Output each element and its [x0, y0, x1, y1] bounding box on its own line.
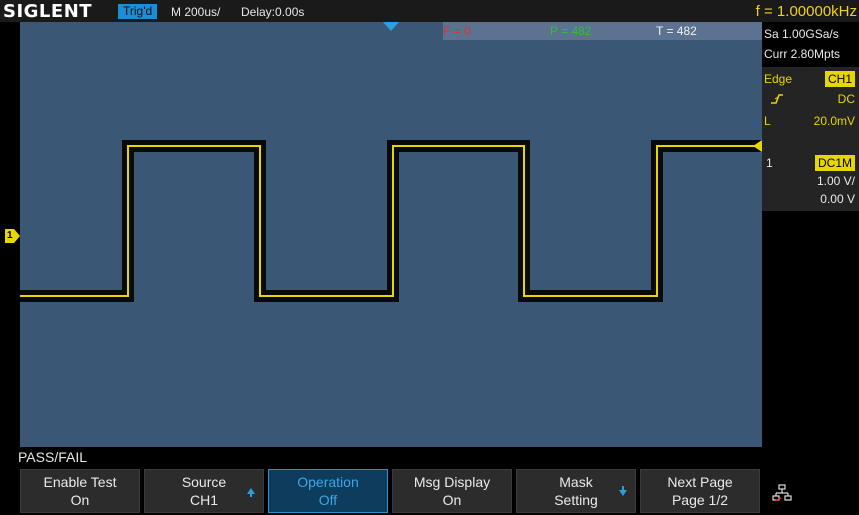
softkey-label: Operation: [297, 474, 359, 490]
softkey-value: CH1: [189, 492, 218, 508]
ch1-waveform: [20, 140, 762, 302]
channel1-panel[interactable]: 1 DC1M 1.00 V/ 0.00 V: [762, 152, 859, 211]
menu-title: PASS/FAIL: [18, 449, 87, 465]
arrow-down-icon: [619, 486, 627, 496]
mask-statistics-bar: F = 0 P = 482 T = 482: [443, 22, 762, 40]
softkey-value: Off: [318, 492, 338, 508]
trigger-position-marker-icon[interactable]: [383, 22, 399, 31]
waveform-graticule: [20, 140, 762, 302]
sample-rate: Sa 1.00GSa/s: [764, 27, 839, 41]
enable-test-softkey[interactable]: Enable Test On: [20, 469, 140, 513]
trigger-level-marker-icon[interactable]: [753, 140, 762, 152]
channel-number: 1: [766, 156, 773, 170]
total-count: T = 482: [656, 24, 697, 38]
waveform-display[interactable]: F = 0 P = 482 T = 482: [20, 22, 762, 447]
softkey-value: Page 1/2: [671, 492, 729, 508]
trigger-source: CH1: [824, 71, 855, 87]
memory-depth: Curr 2.80Mpts: [764, 47, 841, 61]
softkey-value: Setting: [554, 492, 598, 508]
fail-count: F = 0: [443, 24, 471, 38]
softkey-value: On: [70, 492, 90, 508]
pass-count: P = 482: [550, 24, 592, 38]
next-page-softkey[interactable]: Next Page Page 1/2: [640, 469, 760, 513]
softkey-label: Source: [181, 474, 227, 490]
network-icon: [772, 484, 792, 502]
trigger-level: 20.0mV: [813, 114, 855, 128]
delay-readout: Delay:0.00s: [241, 5, 305, 19]
brand-logo: SIGLENT: [3, 1, 93, 22]
rising-edge-icon: [771, 94, 783, 104]
right-info-panel: Sa 1.00GSa/s Curr 2.80Mpts Edge CH1 DC L…: [762, 22, 859, 447]
trigger-level-label: L: [764, 114, 771, 128]
frequency-readout: f = 1.00000kHz: [755, 3, 857, 20]
softkey-label: Mask: [559, 474, 593, 490]
mask-setting-softkey[interactable]: Mask Setting: [516, 469, 636, 513]
channel-offset: 0.00 V: [820, 192, 855, 206]
trigger-panel[interactable]: Edge CH1 DC L 20.0mV: [762, 67, 859, 157]
timebase-readout: M 200us/: [171, 5, 221, 19]
top-status-bar: SIGLENT Trig'd M 200us/ Delay:0.00s f = …: [0, 0, 859, 22]
softkey-label: Next Page: [667, 474, 733, 490]
softkey-label: Enable Test: [43, 474, 117, 490]
arrow-up-icon: [247, 488, 255, 497]
trigger-status-badge: Trig'd: [118, 4, 158, 19]
ch1-offset-marker[interactable]: 1: [5, 229, 20, 243]
mask-outline: [20, 140, 762, 302]
trigger-type: Edge: [764, 72, 793, 86]
softkey-value: On: [442, 492, 462, 508]
source-softkey[interactable]: Source CH1: [144, 469, 264, 513]
channel-scale: 1.00 V/: [816, 174, 855, 188]
channel-coupling: DC1M: [814, 155, 855, 171]
operation-softkey[interactable]: Operation Off: [268, 469, 388, 513]
menu-title-bar: [0, 447, 859, 467]
msg-display-softkey[interactable]: Msg Display On: [392, 469, 512, 513]
softkey-label: Msg Display: [413, 474, 491, 490]
trigger-coupling: DC: [837, 92, 855, 106]
